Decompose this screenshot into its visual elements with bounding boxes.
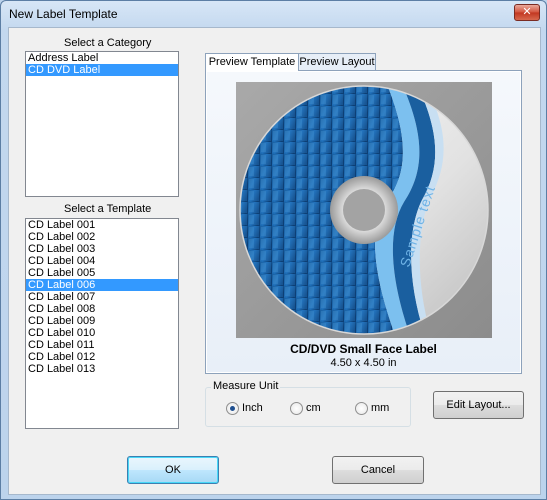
- radio-mm-circle[interactable]: [355, 402, 368, 415]
- template-item-001[interactable]: CD Label 001: [26, 219, 178, 231]
- title-bar[interactable]: New Label Template ✕: [1, 1, 546, 27]
- template-caption: Select a Template: [64, 203, 152, 215]
- template-item-011[interactable]: CD Label 011: [26, 339, 178, 351]
- tab-preview-template[interactable]: Preview Template: [205, 53, 299, 71]
- template-item-010[interactable]: CD Label 010: [26, 327, 178, 339]
- preview-area: Sample text: [207, 72, 520, 372]
- dialog-window: New Label Template ✕ Select a Category A…: [0, 0, 547, 500]
- label-name: CD/DVD Small Face Label: [290, 342, 437, 356]
- cancel-button[interactable]: Cancel: [332, 456, 424, 484]
- category-item-cd-dvd-label[interactable]: CD DVD Label: [26, 64, 178, 76]
- preview-panel: Sample text CD/DVD Small Face Label 4.50…: [205, 70, 522, 374]
- measure-unit-group: Measure Unit Inch cm mm: [205, 380, 411, 427]
- category-item-address-label[interactable]: Address Label: [26, 52, 178, 64]
- radio-cm-circle[interactable]: [290, 402, 303, 415]
- template-item-006[interactable]: CD Label 006: [26, 279, 178, 291]
- measure-unit-legend: Measure Unit: [211, 380, 281, 392]
- window-title: New Label Template: [9, 7, 118, 21]
- close-button[interactable]: ✕: [514, 4, 540, 21]
- radio-cm-label[interactable]: cm: [306, 402, 321, 414]
- edit-layout-button[interactable]: Edit Layout...: [433, 391, 524, 419]
- template-item-012[interactable]: CD Label 012: [26, 351, 178, 363]
- ok-button[interactable]: OK: [127, 456, 219, 484]
- category-caption: Select a Category: [64, 37, 152, 49]
- radio-inch-label[interactable]: Inch: [242, 402, 263, 414]
- template-item-002[interactable]: CD Label 002: [26, 231, 178, 243]
- category-listbox[interactable]: Address Label CD DVD Label: [25, 51, 179, 197]
- template-item-003[interactable]: CD Label 003: [26, 243, 178, 255]
- template-item-009[interactable]: CD Label 009: [26, 315, 178, 327]
- radio-inch-circle[interactable]: [226, 402, 239, 415]
- template-listbox[interactable]: CD Label 001 CD Label 002 CD Label 003 C…: [25, 218, 179, 429]
- template-item-004[interactable]: CD Label 004: [26, 255, 178, 267]
- label-size: 4.50 x 4.50 in: [330, 357, 397, 369]
- tab-preview-layout[interactable]: Preview Layout: [298, 53, 376, 70]
- disc-preview-image: Sample text: [236, 82, 492, 338]
- template-item-008[interactable]: CD Label 008: [26, 303, 178, 315]
- template-item-007[interactable]: CD Label 007: [26, 291, 178, 303]
- radio-mm-label[interactable]: mm: [371, 402, 389, 414]
- template-item-013[interactable]: CD Label 013: [26, 363, 178, 375]
- template-item-005[interactable]: CD Label 005: [26, 267, 178, 279]
- dialog-client-area: Select a Category Address Label CD DVD L…: [8, 27, 541, 495]
